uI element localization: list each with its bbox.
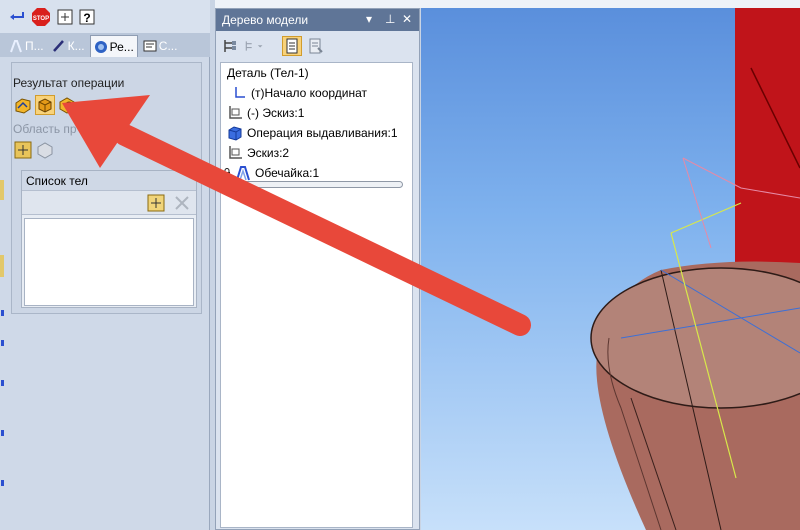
- tree-item-extrude[interactable]: Операция выдавливания:1: [227, 124, 398, 142]
- tree-item-label: (т)Начало координат: [251, 86, 368, 100]
- properties-tabs: П... К... Ре... С...: [0, 33, 210, 57]
- bodies-list-header: Список тел: [22, 171, 196, 191]
- tree-item-sketch-1[interactable]: (-) Эскиз:1: [227, 104, 304, 122]
- tree-item-label: Обечайка:1: [255, 166, 320, 180]
- tab-properties-label: С...: [158, 39, 178, 53]
- tab-result-label: Ре...: [109, 39, 134, 54]
- model-tree: Деталь (Тел-1) (т)Начало координат (-) Э…: [220, 62, 413, 528]
- close-icon[interactable]: ✕: [402, 12, 412, 26]
- add-body-icon: [38, 98, 52, 113]
- lock-icon: [223, 165, 231, 181]
- model-tree-panel: Дерево модели ▾ ⊥ ✕ Деталь (Тел-1) (т)На…: [215, 8, 420, 530]
- new-body-icon: [15, 98, 31, 114]
- 3d-model-view: [590, 8, 800, 530]
- tree-item-label: Деталь (Тел-1): [227, 66, 309, 80]
- bodies-add-button[interactable]: [146, 193, 166, 213]
- tree-item-origin[interactable]: (т)Начало координат: [231, 84, 367, 102]
- subtract-body-button[interactable]: [57, 95, 77, 115]
- document-icon: [286, 38, 298, 54]
- tab-surface-label: П...: [25, 39, 44, 53]
- extrude-icon: [227, 125, 243, 141]
- tree-structure-icon: [224, 40, 236, 52]
- left-edge-markers: [0, 180, 4, 486]
- sketch-icon: [227, 145, 243, 161]
- sketch-icon: [227, 105, 243, 121]
- model-viewport[interactable]: [421, 8, 800, 530]
- stop-icon[interactable]: STOP: [32, 8, 50, 26]
- panel-menu-icon[interactable]: ▾: [366, 12, 372, 26]
- tab-result[interactable]: Ре...: [89, 35, 138, 57]
- axis-line-pink-2: [682, 157, 712, 249]
- scope-all-button[interactable]: [13, 140, 33, 160]
- enter-icon[interactable]: [8, 8, 26, 26]
- tree-item-label: Операция выдавливания:1: [247, 126, 398, 140]
- model-tree-titlebar: Дерево модели ▾ ⊥ ✕: [216, 9, 419, 31]
- new-body-button[interactable]: [13, 95, 33, 115]
- operation-result-panel: Результат операции Область пр Список тел: [11, 62, 202, 314]
- properties-toolbar: STOP ?: [0, 0, 210, 33]
- svg-text:?: ?: [83, 11, 90, 25]
- bodies-list-toolbar: [22, 191, 196, 215]
- origin-icon: [231, 85, 247, 101]
- result-section-label: Результат операции: [13, 76, 125, 90]
- tree-view-dropdown[interactable]: [244, 36, 264, 56]
- axis-line-yellow-2: [670, 202, 742, 234]
- tab-properties[interactable]: С...: [140, 35, 181, 57]
- delete-icon: [175, 196, 189, 210]
- bodies-list-content[interactable]: [24, 218, 194, 306]
- model-tree-toolbar: [216, 31, 419, 61]
- shell-icon: [235, 165, 251, 181]
- properties-icon: [309, 38, 323, 54]
- properties-tab-icon: [143, 40, 157, 52]
- result-tab-icon: [94, 40, 107, 53]
- tree-properties-button[interactable]: [306, 36, 326, 56]
- bodies-delete-button[interactable]: [172, 193, 192, 213]
- subtract-body-icon: [59, 97, 75, 114]
- bodies-list: Список тел: [21, 170, 197, 308]
- top-strip: [215, 0, 800, 8]
- tree-horizontal-scrollbar[interactable]: [233, 181, 403, 188]
- tab-pen[interactable]: К...: [49, 35, 88, 57]
- scope-section-label: Область пр: [13, 122, 77, 136]
- tree-structure-button[interactable]: [220, 36, 240, 56]
- scope-selected-icon: [37, 142, 53, 159]
- tab-pen-label: К...: [67, 39, 85, 53]
- scope-all-icon: [14, 141, 32, 159]
- scope-selected-button[interactable]: [35, 140, 55, 160]
- pin-icon[interactable]: ⊥: [385, 12, 395, 26]
- fullscreen-icon[interactable]: [56, 8, 74, 26]
- tree-view-icon: [245, 41, 263, 51]
- help-icon[interactable]: ?: [78, 8, 96, 26]
- bodies-add-icon: [147, 194, 165, 212]
- surface-tab-icon: [10, 40, 22, 53]
- tree-list-button[interactable]: [282, 36, 302, 56]
- tab-surface[interactable]: П...: [6, 35, 47, 57]
- tree-item-shell[interactable]: Обечайка:1: [223, 164, 319, 182]
- tree-item-label: (-) Эскиз:1: [247, 106, 305, 120]
- add-to-body-button[interactable]: [35, 95, 55, 115]
- tree-item-label: Эскиз:2: [247, 146, 290, 160]
- tree-item-part[interactable]: Деталь (Тел-1): [227, 64, 309, 82]
- properties-panel: STOP ? П... К... Ре... С... Результат оп…: [0, 0, 210, 530]
- pen-tab-icon: [52, 40, 64, 52]
- tree-item-sketch-2[interactable]: Эскиз:2: [227, 144, 289, 162]
- svg-text:STOP: STOP: [33, 16, 49, 22]
- model-tree-title: Дерево модели: [222, 13, 309, 27]
